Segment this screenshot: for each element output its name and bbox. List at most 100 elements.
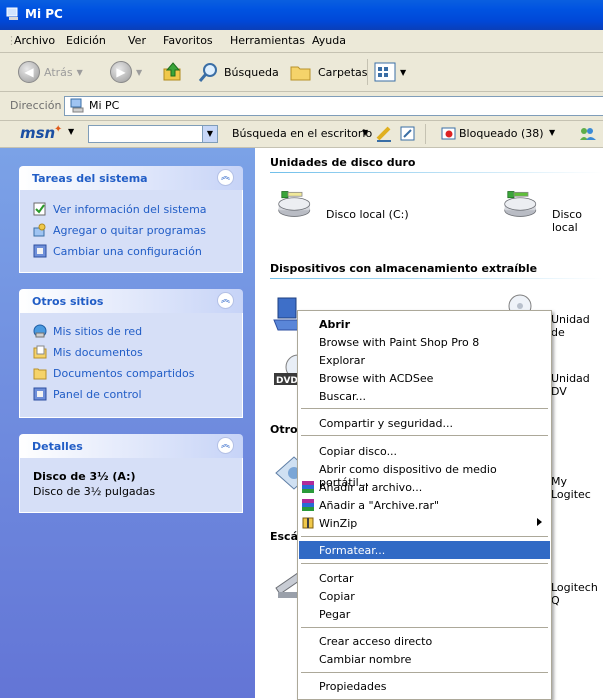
other-places-header[interactable]: Otros sitios ︽ bbox=[19, 289, 243, 313]
window-title: Mi PC bbox=[25, 7, 63, 21]
forward-dropdown-icon[interactable]: ▼ bbox=[136, 68, 142, 77]
place-shared-documents[interactable]: Documentos compartidos bbox=[33, 366, 195, 380]
control-panel-icon bbox=[33, 387, 47, 401]
address-label: Dirección bbox=[10, 99, 62, 112]
messenger-icon[interactable] bbox=[578, 125, 598, 142]
msn-dropdown-icon[interactable]: ▼ bbox=[68, 127, 74, 136]
address-input[interactable]: Mi PC bbox=[64, 96, 603, 116]
back-dropdown-icon[interactable]: ▼ bbox=[77, 68, 83, 77]
menu-favoritos[interactable]: Favoritos bbox=[163, 34, 213, 47]
menu-separator bbox=[301, 408, 548, 409]
search-icon bbox=[198, 63, 217, 82]
drive-local-2-label: Disco local bbox=[552, 208, 583, 234]
task-pane: Tareas del sistema ︽ Ver información del… bbox=[0, 148, 255, 698]
details-header[interactable]: Detalles ︽ bbox=[19, 434, 243, 458]
removable-drive-2-label[interactable]: Unidad DV bbox=[551, 372, 603, 398]
menu-item-winzip[interactable]: WinZip bbox=[299, 514, 550, 532]
menu-separator bbox=[301, 563, 548, 564]
collapse-chevron-icon[interactable]: ︽ bbox=[217, 292, 234, 309]
menu-item-copiar-disco[interactable]: Copiar disco... bbox=[299, 442, 550, 460]
details-item-description: Disco de 3½ pulgadas bbox=[33, 485, 156, 498]
popup-blocker-icon bbox=[441, 127, 456, 140]
desktop-search-dropdown-icon[interactable]: ▼ bbox=[362, 128, 368, 137]
menu-bar: ⋮ Archivo Edición Ver Favoritos Herramie… bbox=[0, 30, 603, 53]
search-button[interactable]: Búsqueda bbox=[198, 61, 279, 83]
forward-arrow-icon: ▶ bbox=[110, 61, 132, 83]
form-fill-icon[interactable] bbox=[399, 125, 417, 142]
menu-item-pegar[interactable]: Pegar bbox=[299, 605, 550, 623]
menu-ver[interactable]: Ver bbox=[128, 34, 146, 47]
system-tasks-header[interactable]: Tareas del sistema ︽ bbox=[19, 166, 243, 190]
my-computer-icon bbox=[6, 7, 18, 20]
task-add-remove-programs[interactable]: Agregar o quitar programas bbox=[33, 223, 206, 237]
msn-logo[interactable]: msn bbox=[20, 124, 55, 142]
add-remove-programs-icon bbox=[33, 223, 46, 237]
place-network[interactable]: Mis sitios de red bbox=[33, 324, 142, 338]
shared-folder-icon bbox=[33, 368, 47, 380]
context-menu: Abrir Browse with Paint Shop Pro 8 Explo… bbox=[297, 310, 552, 700]
menu-item-cortar[interactable]: Cortar bbox=[299, 569, 550, 587]
views-icon bbox=[374, 62, 396, 82]
up-folder-button[interactable] bbox=[162, 61, 184, 83]
menu-item-anadir-archivo[interactable]: Añadir al archivo... bbox=[299, 478, 550, 496]
msn-butterfly-icon: ✦ bbox=[54, 124, 63, 135]
drive-local-2[interactable]: Disco local bbox=[498, 190, 603, 234]
msn-separator bbox=[425, 124, 426, 144]
control-panel-icon bbox=[33, 244, 47, 258]
logitech-camera-label[interactable]: Logitech Q bbox=[551, 581, 603, 607]
views-button[interactable]: ▼ bbox=[374, 61, 406, 83]
highlight-pen-icon[interactable] bbox=[375, 125, 393, 142]
menu-item-explorar[interactable]: Explorar bbox=[299, 351, 550, 369]
menu-herramientas[interactable]: Herramientas bbox=[230, 34, 305, 47]
menu-item-abrir-portatil[interactable]: Abrir como dispositivo de medio portátil… bbox=[299, 460, 550, 489]
views-dropdown-icon: ▼ bbox=[400, 67, 407, 77]
system-tasks-panel: Tareas del sistema ︽ Ver información del… bbox=[19, 166, 243, 273]
svg-text:DVD: DVD bbox=[276, 376, 298, 386]
blocked-dropdown-icon[interactable]: ▼ bbox=[549, 128, 555, 137]
scanners-heading: Escá bbox=[270, 530, 299, 543]
menu-item-propiedades[interactable]: Propiedades bbox=[299, 677, 550, 695]
folders-button[interactable]: Carpetas bbox=[290, 61, 367, 83]
toolbar: ◀ Atrás ▼ ▶ ▼ Búsqueda Carpetas ▼ bbox=[0, 53, 603, 92]
task-view-system-info[interactable]: Ver información del sistema bbox=[33, 202, 207, 216]
menu-ayuda[interactable]: Ayuda bbox=[312, 34, 346, 47]
menu-item-cambiar-nombre[interactable]: Cambiar nombre bbox=[299, 650, 550, 668]
task-change-setting[interactable]: Cambiar una configuración bbox=[33, 244, 202, 258]
forward-button[interactable]: ▶ ▼ bbox=[110, 61, 142, 83]
collapse-chevron-icon[interactable]: ︽ bbox=[217, 437, 234, 454]
menu-item-formatear[interactable]: Formatear... bbox=[299, 541, 550, 559]
menu-item-copiar[interactable]: Copiar bbox=[299, 587, 550, 605]
msn-toolbar: msn ✦ ▼ ▼ Búsqueda en el escritorio ▼ Bl… bbox=[0, 121, 603, 148]
menu-item-abrir[interactable]: Abrir bbox=[299, 315, 550, 333]
place-my-documents[interactable]: Mis documentos bbox=[33, 345, 143, 359]
menu-separator bbox=[301, 435, 548, 436]
menu-item-crear-acceso[interactable]: Crear acceso directo bbox=[299, 632, 550, 650]
drive-c[interactable]: Disco local (C:) bbox=[272, 190, 422, 230]
menu-item-acdsee[interactable]: Browse with ACDSee bbox=[299, 369, 550, 387]
other-places-title: Otros sitios bbox=[32, 295, 104, 308]
logitech-device-label[interactable]: My Logitec bbox=[551, 475, 603, 501]
place-control-panel[interactable]: Panel de control bbox=[33, 387, 142, 401]
menu-item-buscar[interactable]: Buscar... bbox=[299, 387, 550, 405]
winrar-icon bbox=[302, 499, 314, 511]
drive-c-label: Disco local (C:) bbox=[326, 208, 409, 221]
back-button[interactable]: ◀ Atrás ▼ bbox=[18, 61, 83, 83]
menu-item-paint-shop[interactable]: Browse with Paint Shop Pro 8 bbox=[299, 333, 550, 351]
removable-drive-1-label: Unidad de bbox=[551, 313, 590, 339]
menu-edicion[interactable]: Edición bbox=[66, 34, 106, 47]
submenu-arrow-icon bbox=[537, 518, 542, 526]
folders-icon bbox=[290, 66, 311, 81]
menu-archivo[interactable]: Archivo bbox=[14, 34, 55, 47]
address-bar: Dirección Mi PC bbox=[0, 92, 603, 121]
hard-drive-icon bbox=[278, 191, 311, 217]
details-body: Disco de 3½ (A:) Disco de 3½ pulgadas bbox=[19, 458, 243, 513]
msn-search-input[interactable]: ▼ bbox=[88, 125, 218, 143]
menu-item-anadir-rar[interactable]: Añadir a "Archive.rar" bbox=[299, 496, 550, 514]
details-title: Detalles bbox=[32, 440, 83, 453]
msn-search-dropdown-icon[interactable]: ▼ bbox=[202, 126, 217, 142]
popup-blocked-count[interactable]: Bloqueado (38) bbox=[459, 127, 544, 140]
collapse-chevron-icon[interactable]: ︽ bbox=[217, 169, 234, 186]
menu-item-compartir[interactable]: Compartir y seguridad... bbox=[299, 414, 550, 432]
other-places-body: Mis sitios de red Mis documentos Documen… bbox=[19, 313, 243, 418]
desktop-search-button[interactable]: Búsqueda en el escritorio bbox=[232, 127, 372, 140]
